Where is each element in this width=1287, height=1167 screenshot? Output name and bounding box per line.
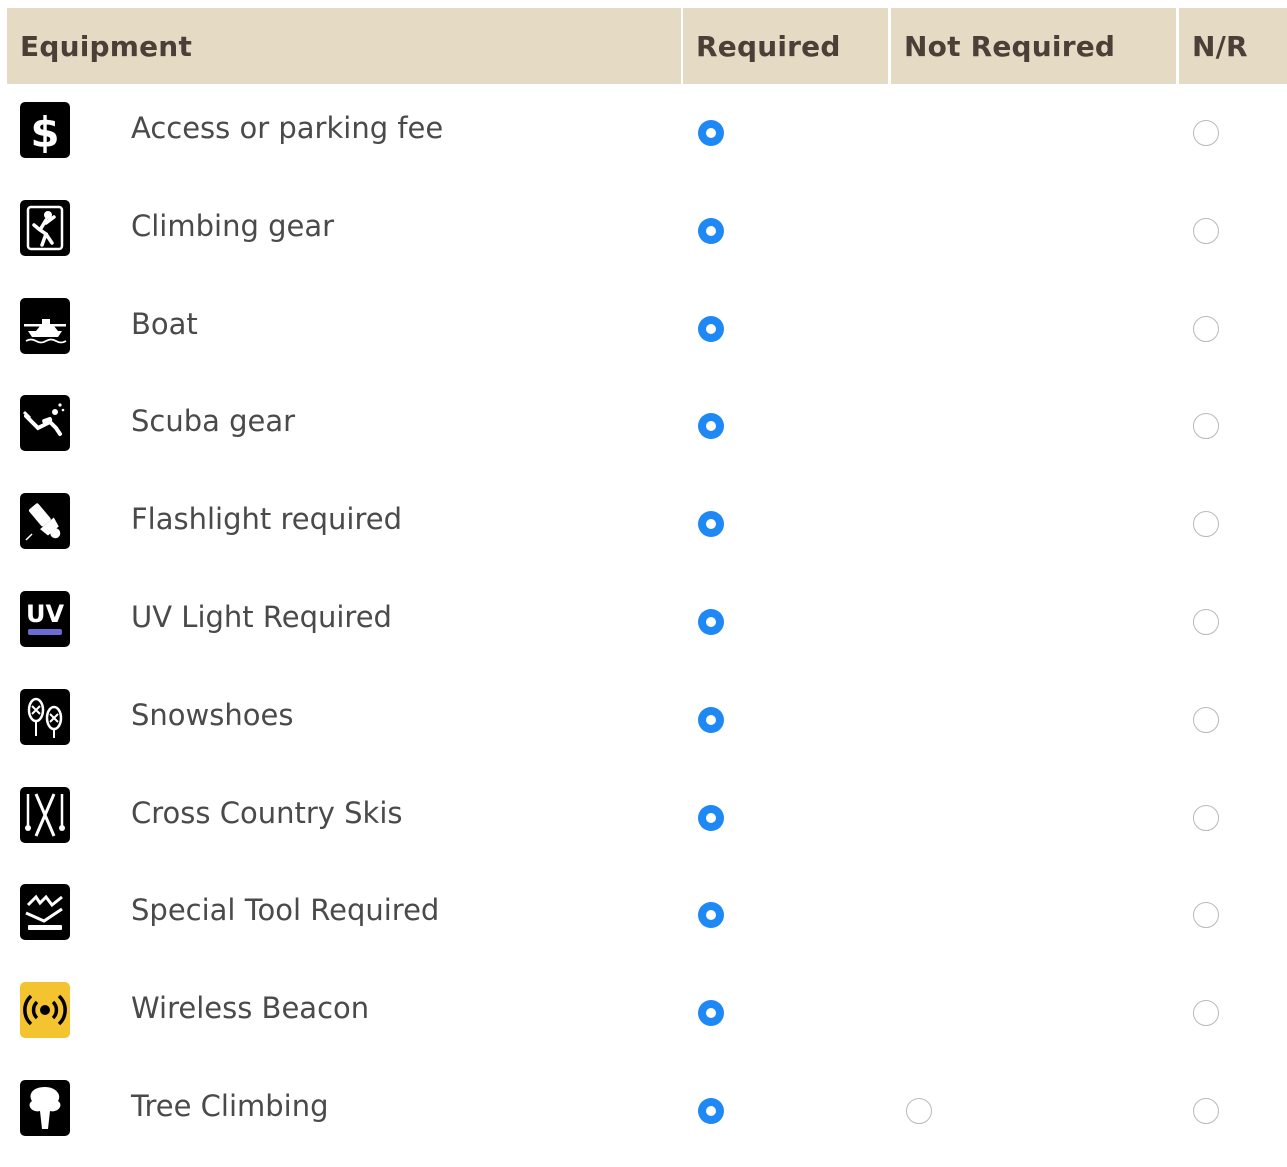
equipment-label: Access or parking fee (131, 111, 444, 145)
dollar-icon: $ (20, 102, 70, 158)
table-row: Cross Country Skis (7, 777, 1287, 874)
boat-icon (20, 297, 70, 354)
equipment-label: Flashlight required (131, 502, 402, 537)
skis-icon (20, 786, 70, 843)
tree-icon (20, 1080, 70, 1136)
equipment-label: Cross Country Skis (131, 795, 403, 830)
nr-radio[interactable] (1193, 1000, 1219, 1027)
uv-light-icon: UV (20, 591, 70, 647)
special-tool-icon (20, 884, 70, 941)
wireless-beacon-icon (20, 982, 70, 1039)
equipment-label: Wireless Beacon (131, 991, 370, 1026)
svg-text:$: $ (30, 108, 59, 155)
equipment-label: Special Tool Required (131, 893, 440, 928)
equipment-label: Climbing gear (131, 208, 335, 243)
nr-radio[interactable] (1193, 804, 1219, 831)
required-radio[interactable] (698, 217, 724, 244)
nr-radio[interactable] (1193, 706, 1219, 733)
table-header: Equipment Required Not Required N/R (7, 8, 1287, 84)
nr-radio[interactable] (1193, 1098, 1219, 1124)
uv-icon-text: UV (26, 600, 64, 628)
climber-icon (20, 199, 70, 256)
nr-radio[interactable] (1193, 217, 1219, 244)
nr-radio[interactable] (1193, 902, 1219, 929)
table-row: Tree Climbing (7, 1070, 1287, 1167)
table-row: Flashlight required (7, 483, 1287, 580)
required-radio[interactable] (698, 609, 724, 635)
table-row: Climbing gear (7, 190, 1287, 287)
equipment-table: Equipment Required Not Required N/R $ Acc… (7, 8, 1287, 1136)
equipment-label: Boat (131, 306, 198, 341)
table-row: Boat (7, 288, 1287, 385)
scuba-icon (20, 395, 70, 452)
table-row: $ Access or parking fee (7, 92, 1287, 189)
required-radio[interactable] (698, 706, 724, 733)
flashlight-icon (20, 493, 70, 550)
nr-radio[interactable] (1193, 609, 1219, 635)
required-radio[interactable] (698, 511, 724, 538)
nr-radio[interactable] (1193, 413, 1219, 440)
table-row: Snowshoes (7, 679, 1287, 776)
equipment-label: Scuba gear (131, 404, 296, 439)
required-radio[interactable] (698, 120, 724, 146)
nr-radio[interactable] (1193, 315, 1219, 342)
required-radio[interactable] (698, 1098, 724, 1124)
table-row: Special Tool Required (7, 874, 1287, 971)
header-equipment: Equipment (7, 8, 681, 84)
header-required: Required (683, 8, 888, 84)
equipment-label: UV Light Required (131, 600, 392, 634)
equipment-label: Snowshoes (131, 697, 294, 732)
header-not-required: Not Required (891, 8, 1176, 84)
required-radio[interactable] (698, 1000, 724, 1027)
equipment-label: Tree Climbing (131, 1089, 329, 1123)
table-row: Scuba gear (7, 385, 1287, 482)
required-radio[interactable] (698, 315, 724, 342)
nr-radio[interactable] (1193, 511, 1219, 538)
required-radio[interactable] (698, 902, 724, 929)
snowshoes-icon (20, 688, 70, 745)
table-row: UV UV Light Required (7, 581, 1287, 678)
required-radio[interactable] (698, 413, 724, 440)
table-row: Wireless Beacon (7, 972, 1287, 1069)
required-radio[interactable] (698, 804, 724, 831)
header-nr: N/R (1179, 8, 1287, 84)
nr-radio[interactable] (1193, 120, 1219, 146)
not-required-radio[interactable] (906, 1098, 932, 1124)
